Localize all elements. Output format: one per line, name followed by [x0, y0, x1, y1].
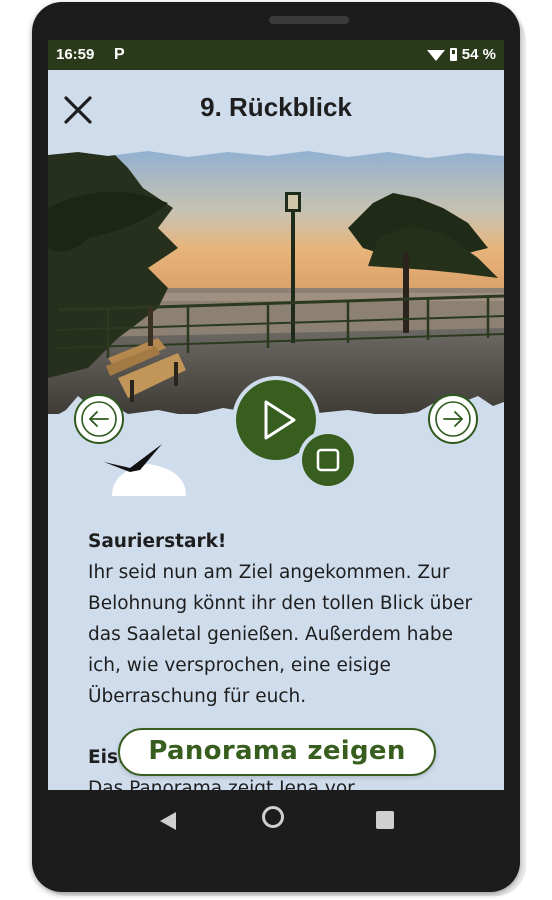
- next-button[interactable]: [428, 394, 478, 444]
- system-nav-bar: [48, 790, 504, 852]
- paragraph-1: Saurierstark! Ihr seid nun am Ziel angek…: [88, 526, 478, 712]
- show-panorama-button[interactable]: Panorama zeigen: [118, 728, 436, 776]
- arrow-left-icon: [81, 401, 117, 437]
- paragraph-heading: Saurierstark!: [88, 531, 227, 552]
- paragraph-body: Ihr seid nun am Ziel angekommen. Zur Bel…: [88, 562, 473, 707]
- paragraph-body: Das Panorama zeigt Jena vor: [88, 778, 355, 790]
- page-title: 9. Rückblick: [200, 92, 352, 122]
- battery-percent: 54 %: [461, 46, 496, 63]
- app-header: 9. Rückblick: [48, 70, 504, 150]
- arrow-right-icon: [435, 401, 471, 437]
- recents-icon[interactable]: [376, 811, 394, 829]
- home-icon[interactable]: [262, 806, 284, 828]
- battery-icon: [449, 48, 457, 61]
- mascot-icon: [104, 444, 186, 496]
- status-icons: 54 %: [426, 46, 496, 63]
- back-icon[interactable]: [160, 812, 176, 830]
- stop-icon: [316, 448, 340, 472]
- stop-button[interactable]: [302, 434, 354, 486]
- speaker-grille: [269, 16, 349, 24]
- status-bar: 16:59 P 54 %: [48, 40, 504, 70]
- prev-button[interactable]: [74, 394, 124, 444]
- wifi-icon: [426, 49, 445, 61]
- viewpoint-photo: [48, 148, 504, 414]
- notification-icon: P: [114, 46, 125, 63]
- app-screen: 16:59 P 54 % 9. Rückblick Saurierstark! …: [48, 40, 504, 790]
- status-time: 16:59: [56, 46, 95, 63]
